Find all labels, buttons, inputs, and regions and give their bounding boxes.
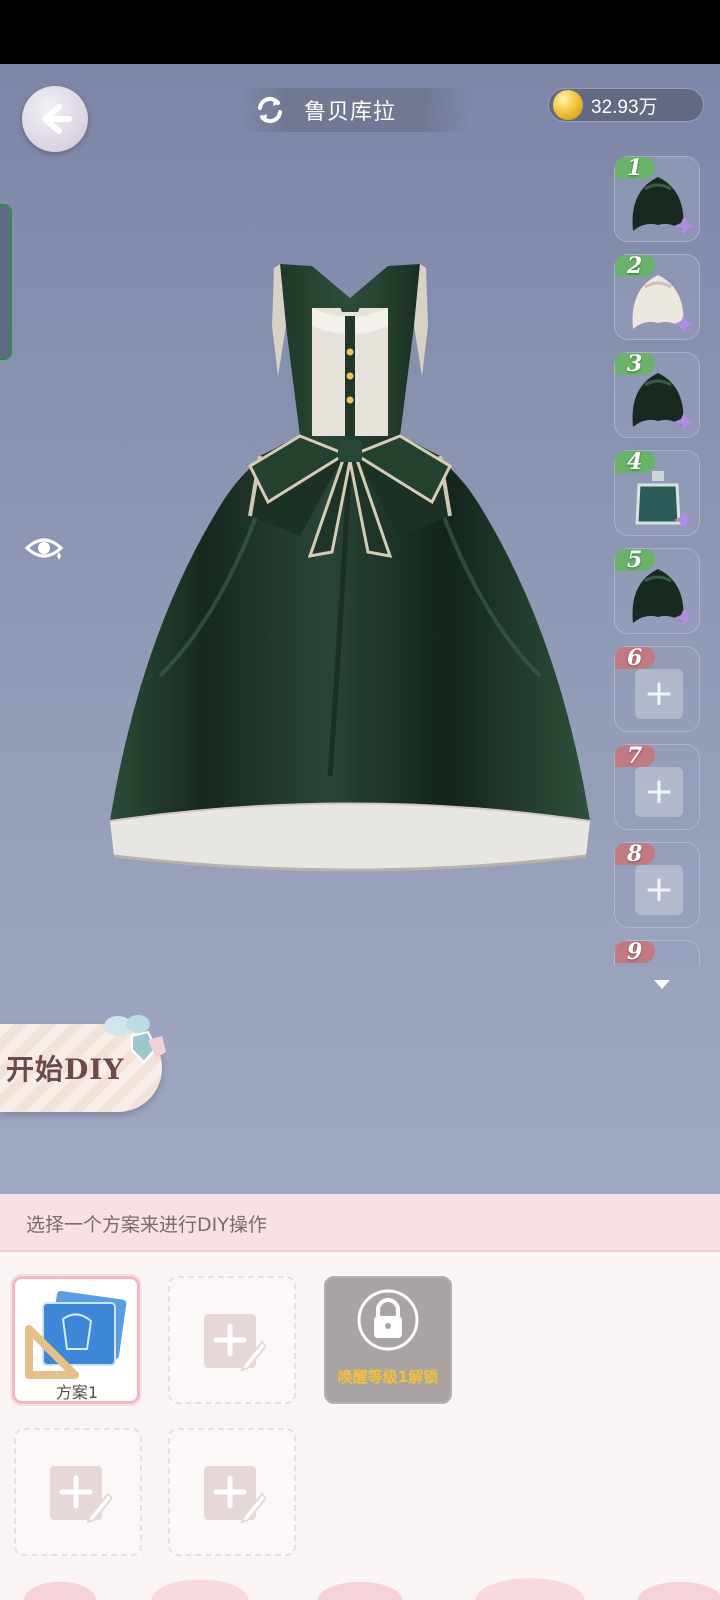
- status-bar: [0, 0, 720, 64]
- plan-card-2[interactable]: [168, 1276, 296, 1404]
- plan-card-locked[interactable]: 唤醒等级1解锁: [324, 1276, 452, 1404]
- plan-card-4[interactable]: [14, 1428, 142, 1556]
- slot-8[interactable]: + 8: [614, 842, 700, 928]
- slot-2[interactable]: 2: [614, 254, 700, 340]
- panel-footer-decoration: [0, 1560, 720, 1600]
- side-drawer-handle[interactable]: [0, 204, 12, 360]
- panel-header: 选择一个方案来进行DIY操作: [0, 1194, 720, 1252]
- eye-icon[interactable]: [24, 530, 64, 566]
- dress-preview-stage: 鲁贝库拉 32.93万 1 2 3 4 5 + 6 + 7 + 8 9 开始DI…: [0, 64, 720, 1194]
- plan-card-5[interactable]: [168, 1428, 296, 1556]
- slot-6[interactable]: + 6: [614, 646, 700, 732]
- slot-number: 7: [615, 745, 655, 767]
- slot-number: 3: [615, 353, 655, 375]
- plan-card-1[interactable]: 方案1: [12, 1276, 140, 1404]
- back-arrow-icon: [42, 104, 72, 134]
- slot-9[interactable]: 9: [614, 940, 700, 966]
- slot-number: 5: [615, 549, 655, 571]
- slot-number: 4: [615, 451, 655, 473]
- chevron-down-icon[interactable]: [654, 980, 670, 989]
- back-button[interactable]: [22, 86, 88, 152]
- flower-badge-icon: [674, 314, 694, 334]
- slot-4[interactable]: 4: [614, 450, 700, 536]
- slot-7[interactable]: + 7: [614, 744, 700, 830]
- lock-icon: [357, 1289, 419, 1351]
- panel-hint: 选择一个方案来进行DIY操作: [26, 1214, 267, 1236]
- ribbon-decoration-icon: [104, 1015, 166, 1064]
- diy-plan-panel: 选择一个方案来进行DIY操作 方案1 唤醒等级1解锁: [0, 1194, 720, 1600]
- add-icon: +: [635, 865, 683, 915]
- flower-badge-icon: [674, 608, 694, 628]
- slot-5[interactable]: 5: [614, 548, 700, 634]
- flower-badge-icon: [674, 510, 694, 530]
- outfit-title-bar[interactable]: 鲁贝库拉: [240, 88, 470, 132]
- slot-number: 1: [615, 157, 655, 179]
- add-plan-icon: [204, 1314, 266, 1372]
- plan-label: 方案1: [55, 1383, 99, 1402]
- add-icon: +: [635, 767, 683, 817]
- slot-number: 8: [615, 843, 655, 865]
- outfit-title: 鲁贝库拉: [304, 100, 397, 125]
- dress-model: [109, 264, 591, 872]
- coin-amount: 32.93万: [591, 96, 658, 118]
- flower-badge-icon: [674, 412, 694, 432]
- unlock-requirement: 唤醒等级1解锁: [337, 1368, 439, 1386]
- refresh-icon[interactable]: [254, 94, 286, 126]
- outfit-slot-list[interactable]: 1 2 3 4 5 + 6 + 7 + 8 9: [612, 156, 702, 966]
- slot-3[interactable]: 3: [614, 352, 700, 438]
- blueprint-icon: [25, 1290, 127, 1379]
- slot-number: 9: [615, 941, 655, 963]
- coin-balance[interactable]: 32.93万: [548, 88, 704, 122]
- slot-number: 6: [615, 647, 655, 669]
- add-plan-icon: [50, 1466, 112, 1524]
- coin-icon: [553, 90, 583, 120]
- add-icon: +: [635, 669, 683, 719]
- add-plan-icon: [204, 1466, 266, 1524]
- slot-number: 2: [615, 255, 655, 277]
- flower-badge-icon: [674, 216, 694, 236]
- start-diy-button[interactable]: 开始DIY: [0, 1015, 166, 1112]
- slot-1[interactable]: 1: [614, 156, 700, 242]
